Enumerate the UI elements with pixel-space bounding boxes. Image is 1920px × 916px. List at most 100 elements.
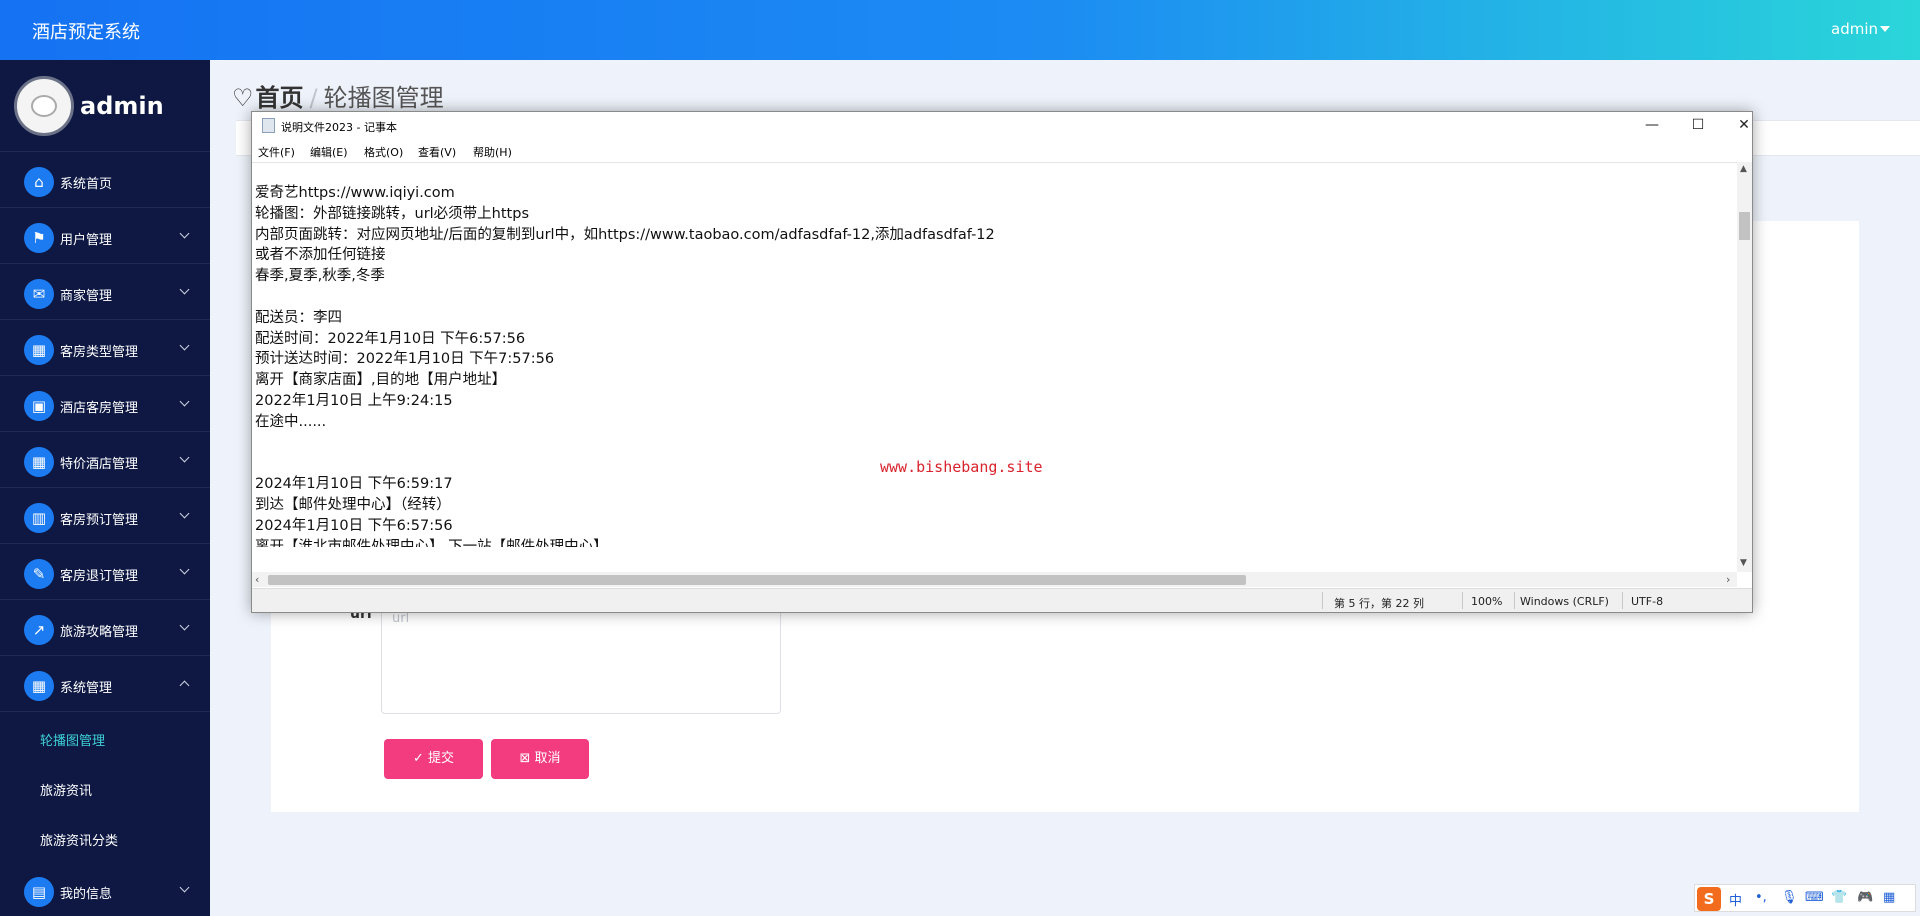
sidebar-subitem[interactable]: 旅游资讯分类 — [0, 812, 210, 862]
close-button[interactable]: ✕ — [1729, 114, 1759, 136]
bar-chart-icon: ▥ — [24, 503, 54, 533]
submit-button[interactable]: ✓ 提交 — [384, 739, 483, 779]
vertical-scrollbar[interactable]: ▲ ▼ — [1737, 162, 1752, 572]
sidebar-item-label: 旅游攻略管理 — [60, 625, 139, 640]
status-divider — [1514, 592, 1515, 609]
top-header: 酒店预定系统 admin — [0, 0, 1920, 60]
breadcrumb-separator: / — [309, 84, 318, 112]
sidebar: admin ⌂ 系统首页 ⚑ 用户管理 ✉ 商家管理 ▦ 客房类型管理 ▣ 酒店客房管理 ▦ 特价酒店… — [0, 60, 210, 916]
status-position: 第 5 行，第 22 列 — [1334, 597, 1424, 610]
maximize-button[interactable]: ☐ — [1683, 114, 1713, 136]
url-textarea[interactable]: url — [381, 604, 781, 714]
apps-icon: ▦ — [24, 671, 54, 701]
horizontal-scroll-thumb[interactable] — [268, 575, 1246, 585]
sidebar-item[interactable]: ↗ 旅游攻略管理 — [0, 600, 210, 656]
notepad-line: 离开【淮北市邮件处理中心】,下一站【邮件处理中心】 — [255, 538, 608, 547]
sidebar-subitem[interactable]: 轮播图管理 — [0, 712, 210, 762]
menu-file[interactable]: 文件(F) — [258, 144, 295, 160]
chevron-down-icon — [179, 228, 190, 239]
briefcase-icon: ▣ — [24, 391, 54, 421]
status-divider — [1322, 592, 1323, 609]
sidebar-item[interactable]: ▣ 酒店客房管理 — [0, 376, 210, 432]
notepad-line: 春季,夏季,秋季,冬季 — [255, 268, 385, 285]
status-encoding: UTF-8 — [1631, 595, 1664, 608]
sidebar-profile: admin — [0, 60, 210, 152]
trend-icon: ↗ — [24, 615, 54, 645]
chevron-up-icon — [179, 680, 190, 691]
sidebar-item[interactable]: ✉ 商家管理 — [0, 264, 210, 320]
sidebar-item[interactable]: ▦ 特价酒店管理 — [0, 432, 210, 488]
cancel-label: 取消 — [534, 751, 561, 766]
sidebar-item-label: 我的信息 — [60, 887, 113, 902]
punctuation-icon[interactable]: •, — [1755, 890, 1767, 905]
breadcrumb-home[interactable]: 首页 — [256, 84, 304, 112]
notepad-window: 说明文件2023 - 记事本 — ☐ ✕ 文件(F) 编辑(E) 格式(O) 查… — [251, 111, 1753, 613]
avatar — [14, 76, 74, 136]
notepad-line: 或者不添加任何链接 — [255, 247, 386, 264]
notepad-file-icon — [262, 118, 275, 133]
heart-icon: ♡ — [232, 84, 254, 112]
notepad-title: 说明文件2023 - 记事本 — [281, 121, 397, 134]
chevron-down-icon — [179, 452, 190, 463]
sidebar-item[interactable]: ⚑ 用户管理 — [0, 208, 210, 264]
sidebar-item-label: 客房预订管理 — [60, 513, 139, 528]
scroll-up-icon[interactable]: ▲ — [1740, 164, 1747, 174]
horizontal-scrollbar[interactable]: ‹ › — [252, 572, 1737, 587]
microphone-icon[interactable]: 🎙 — [1781, 890, 1798, 905]
notepad-line: 配送时间：2022年1月10日 下午6:57:56 — [255, 330, 526, 347]
chevron-down-icon — [179, 284, 190, 295]
scroll-down-icon[interactable]: ▼ — [1740, 558, 1747, 568]
chevron-down-icon — [179, 508, 190, 519]
user-menu[interactable]: admin — [1831, 20, 1878, 38]
game-icon[interactable]: 🎮 — [1857, 890, 1873, 905]
sidebar-subitem[interactable]: 旅游资讯 — [0, 762, 210, 812]
menu-format[interactable]: 格式(O) — [364, 144, 403, 160]
flag-icon: ⚑ — [24, 223, 54, 253]
scroll-right-icon[interactable]: › — [1726, 573, 1730, 586]
chevron-down-icon — [179, 340, 190, 351]
submit-label: 提交 — [428, 751, 455, 766]
chevron-down-icon — [179, 396, 190, 407]
notepad-menubar: 文件(F) 编辑(E) 格式(O) 查看(V) 帮助(H) — [252, 140, 1752, 160]
notepad-line: 到达【邮件处理中心】（经转） — [255, 497, 451, 513]
notepad-line: 2024年1月10日 下午6:59:17 — [255, 476, 453, 493]
sidebar-item-label: 特价酒店管理 — [60, 457, 139, 472]
sidebar-item[interactable]: ▥ 客房预订管理 — [0, 488, 210, 544]
skin-icon[interactable]: 👕 — [1831, 890, 1847, 905]
notepad-line: 轮播图：外部链接跳转，url必须带上https — [255, 205, 529, 222]
sidebar-item[interactable]: ▦ 系统管理 — [0, 656, 210, 712]
sidebar-subitem-label: 旅游资讯分类 — [40, 834, 119, 849]
status-zoom: 100% — [1471, 595, 1503, 608]
check-icon: ✓ — [412, 751, 424, 766]
status-divider — [1462, 592, 1463, 609]
sidebar-subitem-label: 轮播图管理 — [40, 734, 106, 749]
store-icon: ✉ — [24, 279, 54, 309]
minimize-button[interactable]: — — [1637, 114, 1667, 136]
close-box-icon: ⊠ — [519, 751, 531, 766]
status-divider — [1622, 592, 1623, 609]
menu-help[interactable]: 帮助(H) — [473, 144, 512, 160]
notepad-line: 离开【商家店面】,目的地【用户地址】 — [255, 372, 507, 389]
notepad-titlebar[interactable]: 说明文件2023 - 记事本 — ☐ ✕ — [252, 112, 1752, 138]
vertical-scroll-thumb[interactable] — [1739, 212, 1750, 240]
keyboard-icon[interactable]: ⌨ — [1805, 890, 1824, 905]
sidebar-item-label: 用户管理 — [60, 233, 113, 248]
ime-mode[interactable]: 中 — [1729, 890, 1742, 909]
ime-toolbar[interactable]: S 中 •, 🎙 ⌨ 👕 🎮 ▦ — [1694, 884, 1916, 912]
sidebar-item[interactable]: ✎ 客房退订管理 — [0, 544, 210, 600]
sidebar-item[interactable]: ▤ 我的信息 — [0, 862, 210, 916]
scroll-left-icon[interactable]: ‹ — [255, 573, 259, 586]
caret-down-icon[interactable] — [1880, 26, 1890, 32]
sidebar-item[interactable]: ▦ 客房类型管理 — [0, 320, 210, 376]
notepad-text-area[interactable]: www.bishebang.site 爱奇艺https://www.iqiyi.… — [252, 162, 1737, 547]
apps-grid-icon[interactable]: ▦ — [1883, 890, 1895, 905]
notepad-line: 预计送达时间：2022年1月10日 下午7:57:56 — [255, 351, 555, 368]
menu-view[interactable]: 查看(V) — [418, 144, 456, 160]
sidebar-item[interactable]: ⌂ 系统首页 — [0, 152, 210, 208]
cancel-button[interactable]: ⊠ 取消 — [491, 739, 589, 779]
message-icon: ✎ — [24, 559, 54, 589]
notepad-line: 爱奇艺https://www.iqiyi.com — [255, 185, 455, 201]
menu-edit[interactable]: 编辑(E) — [310, 144, 348, 160]
sidebar-subitem-label: 旅游资讯 — [40, 784, 93, 799]
sidebar-item-label: 商家管理 — [60, 289, 113, 304]
